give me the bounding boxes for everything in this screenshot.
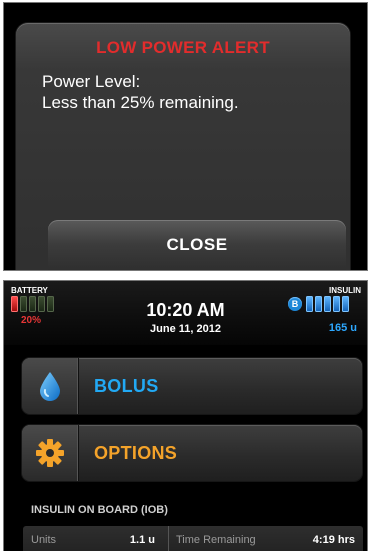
- clock-date: June 11, 2012: [150, 323, 221, 335]
- insulin-segment: [306, 296, 313, 312]
- alert-title: LOW POWER ALERT: [96, 38, 270, 57]
- options-button[interactable]: OPTIONS: [22, 425, 362, 481]
- insulin-label: INSULIN: [329, 286, 361, 295]
- options-icon-box: [22, 425, 79, 481]
- insulin-segment: [315, 296, 322, 312]
- bolus-icon-box: [22, 358, 79, 414]
- close-button[interactable]: CLOSE: [48, 220, 346, 270]
- status-bar: BATTERY 20% 10:20 AM June 11, 2012 INSUL…: [4, 281, 367, 345]
- gear-icon: [36, 439, 64, 467]
- alert-screen: LOW POWER ALERT Power Level: Less than 2…: [3, 2, 368, 271]
- bolus-label: BOLUS: [94, 376, 159, 396]
- alert-message: Power Level: Less than 25% remaining.: [42, 71, 239, 113]
- alert-message-line-1: Power Level:: [42, 72, 141, 91]
- iob-time-label: Time Remaining: [176, 534, 256, 546]
- iob-units-label: Units: [31, 534, 57, 546]
- divider: [168, 526, 169, 551]
- insulin-segment: [333, 296, 340, 312]
- bolus-button[interactable]: BOLUS: [22, 358, 362, 414]
- home-screen: BATTERY 20% 10:20 AM June 11, 2012 INSUL…: [3, 280, 368, 551]
- battery-label: BATTERY: [11, 286, 48, 295]
- iob-units-value: 1.1 u: [129, 534, 155, 546]
- alert-message-line-2: Less than 25% remaining.: [42, 93, 239, 112]
- iob-title: INSULIN ON BOARD (IOB): [31, 504, 168, 516]
- iob-time-value: 4:19 hrs: [312, 534, 355, 546]
- options-label: OPTIONS: [94, 443, 178, 463]
- water-drop-icon: [40, 372, 60, 401]
- insulin-segment: [342, 296, 349, 312]
- insulin-units: 165 u: [328, 322, 357, 334]
- bolus-badge-icon: B: [288, 297, 302, 311]
- iob-row: Units 1.1 u Time Remaining 4:19 hrs: [23, 526, 363, 551]
- insulin-segment: [324, 296, 331, 312]
- insulin-meter: [306, 296, 349, 312]
